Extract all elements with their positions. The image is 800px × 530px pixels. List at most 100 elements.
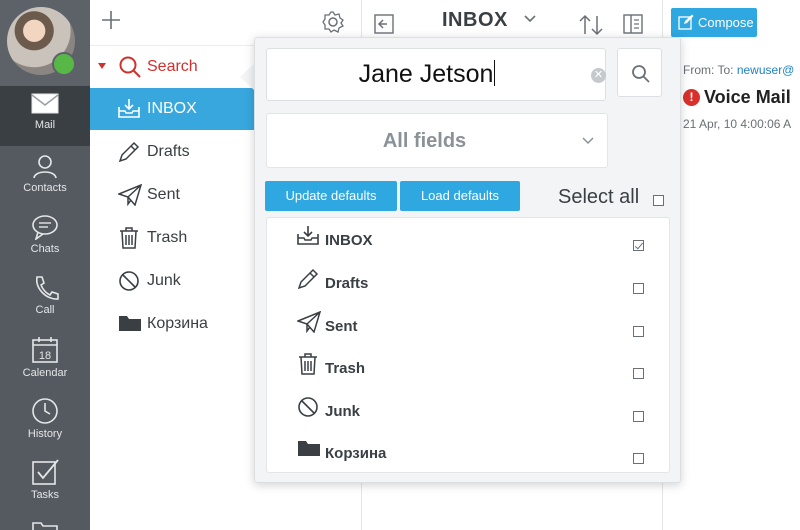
folder-option-label: Корзина	[325, 445, 387, 462]
rail-label: Chats	[30, 243, 60, 255]
rail-label: Mail	[34, 119, 56, 131]
fields-dropdown[interactable]: All fields	[266, 113, 608, 168]
search-query: Jane Jetson	[267, 60, 587, 89]
search-folder-list: INBOX Drafts Sent Trash Junk Корзина	[266, 217, 670, 473]
clock-icon	[32, 398, 58, 424]
plus-icon[interactable]	[100, 9, 122, 31]
folder-title: INBOX	[442, 9, 508, 31]
folder-label: Trash	[147, 229, 188, 246]
rail-label: Contacts	[23, 182, 67, 194]
app-rail: Mail Contacts Chats Call 18 Calendar His…	[0, 0, 90, 530]
pencil-icon	[297, 268, 319, 290]
folder-option-inbox[interactable]: INBOX	[267, 218, 671, 260]
folder-option-label: INBOX	[325, 232, 373, 249]
folder-icon	[32, 522, 58, 530]
compose-button[interactable]: Compose	[671, 8, 757, 37]
phone-icon	[36, 276, 59, 300]
rail-item-contacts[interactable]: Contacts	[0, 147, 90, 207]
pencil-icon	[118, 141, 140, 163]
trash-icon	[299, 353, 317, 375]
to-address[interactable]: newuser@	[737, 63, 795, 77]
reading-pane: Compose From: To: newuser@ ! Voice Mail 2…	[662, 0, 800, 530]
search-button[interactable]	[617, 48, 662, 97]
folder-checkbox[interactable]	[633, 411, 644, 422]
folder-option-trash[interactable]: Trash	[267, 346, 671, 388]
rail-item-history[interactable]: History	[0, 391, 90, 451]
folder-label: Корзина	[147, 315, 208, 332]
text-caret	[494, 60, 496, 86]
select-all-label: Select all	[558, 186, 640, 208]
layout-toggle-icon[interactable]	[623, 14, 643, 34]
rail-item-chats[interactable]: Chats	[0, 208, 90, 268]
popup-pointer	[240, 64, 254, 90]
compose-label: Compose	[698, 15, 754, 30]
folder-item-inbox[interactable]: INBOX	[90, 88, 255, 130]
checkbox-icon	[32, 459, 59, 485]
select-all-checkbox[interactable]	[653, 195, 664, 206]
search-input[interactable]: Jane Jetson ✕	[266, 48, 606, 101]
fields-dropdown-value: All fields	[382, 130, 467, 152]
folder-checkbox[interactable]	[633, 368, 644, 379]
rail-label: History	[27, 428, 63, 440]
chevron-down-icon[interactable]	[524, 14, 536, 24]
folder-option-junk[interactable]: Junk	[267, 389, 671, 431]
folder-checkbox[interactable]	[633, 240, 644, 251]
message-date: 21 Apr, 10 4:00:06 A	[683, 117, 792, 131]
folder-label: INBOX	[147, 100, 197, 117]
presence-indicator	[52, 52, 76, 76]
prohibited-icon	[119, 271, 139, 291]
alert-icon: !	[683, 89, 700, 106]
load-defaults-button[interactable]: Load defaults	[400, 181, 520, 211]
message-from-line: From: To: newuser@	[683, 63, 794, 77]
rail-item-tasks[interactable]: Tasks	[0, 452, 90, 512]
folder-icon	[298, 441, 320, 456]
folder-checkbox[interactable]	[633, 283, 644, 294]
message-subject: ! Voice Mail	[683, 87, 791, 108]
inbox-icon	[297, 226, 319, 245]
envelope-icon	[31, 93, 59, 114]
from-prefix: From:	[683, 63, 715, 77]
rail-item-files[interactable]	[0, 513, 90, 530]
folder-icon	[119, 316, 141, 331]
collapse-left-icon[interactable]	[374, 14, 394, 34]
folder-option-korzina[interactable]: Корзина	[267, 431, 671, 473]
trash-icon	[120, 227, 138, 249]
clear-icon[interactable]: ✕	[591, 68, 606, 83]
search-icon	[632, 65, 650, 83]
sort-icon[interactable]	[578, 14, 604, 36]
folder-checkbox[interactable]	[633, 326, 644, 337]
caret-down-icon[interactable]	[98, 63, 106, 69]
rail-item-call[interactable]: Call	[0, 269, 90, 329]
search-popup: Jane Jetson ✕ All fields Update defaults…	[254, 37, 681, 483]
paper-plane-icon	[118, 184, 142, 206]
compose-icon	[678, 14, 694, 30]
folder-label: Drafts	[147, 143, 190, 160]
subject-text: Voice Mail	[704, 87, 791, 107]
paper-plane-icon	[297, 311, 321, 333]
chat-bubble-icon	[32, 215, 58, 240]
folder-option-label: Trash	[325, 360, 366, 377]
rail-item-calendar[interactable]: 18 Calendar	[0, 330, 90, 390]
folder-option-sent[interactable]: Sent	[267, 304, 671, 346]
gear-icon[interactable]	[322, 11, 344, 33]
inbox-icon	[118, 99, 140, 118]
search-query-text: Jane Jetson	[358, 60, 494, 88]
calendar-icon: 18	[32, 337, 58, 363]
rail-item-mail[interactable]: Mail	[0, 86, 90, 146]
search-icon	[119, 56, 141, 78]
folder-option-label: Sent	[325, 318, 358, 335]
calendar-day: 18	[39, 350, 51, 362]
prohibited-icon	[298, 397, 318, 417]
folder-label: Sent	[147, 186, 180, 203]
folder-option-drafts[interactable]: Drafts	[267, 261, 671, 303]
rail-label: Tasks	[30, 489, 60, 501]
avatar-area	[0, 0, 90, 86]
rail-label: Call	[35, 304, 55, 316]
update-defaults-button[interactable]: Update defaults	[265, 181, 397, 211]
person-icon	[33, 155, 57, 179]
folder-option-label: Drafts	[325, 275, 369, 292]
folder-label: Junk	[147, 272, 181, 289]
rail-label: Calendar	[22, 367, 68, 379]
folder-checkbox[interactable]	[633, 453, 644, 464]
chevron-down-icon	[582, 137, 594, 145]
